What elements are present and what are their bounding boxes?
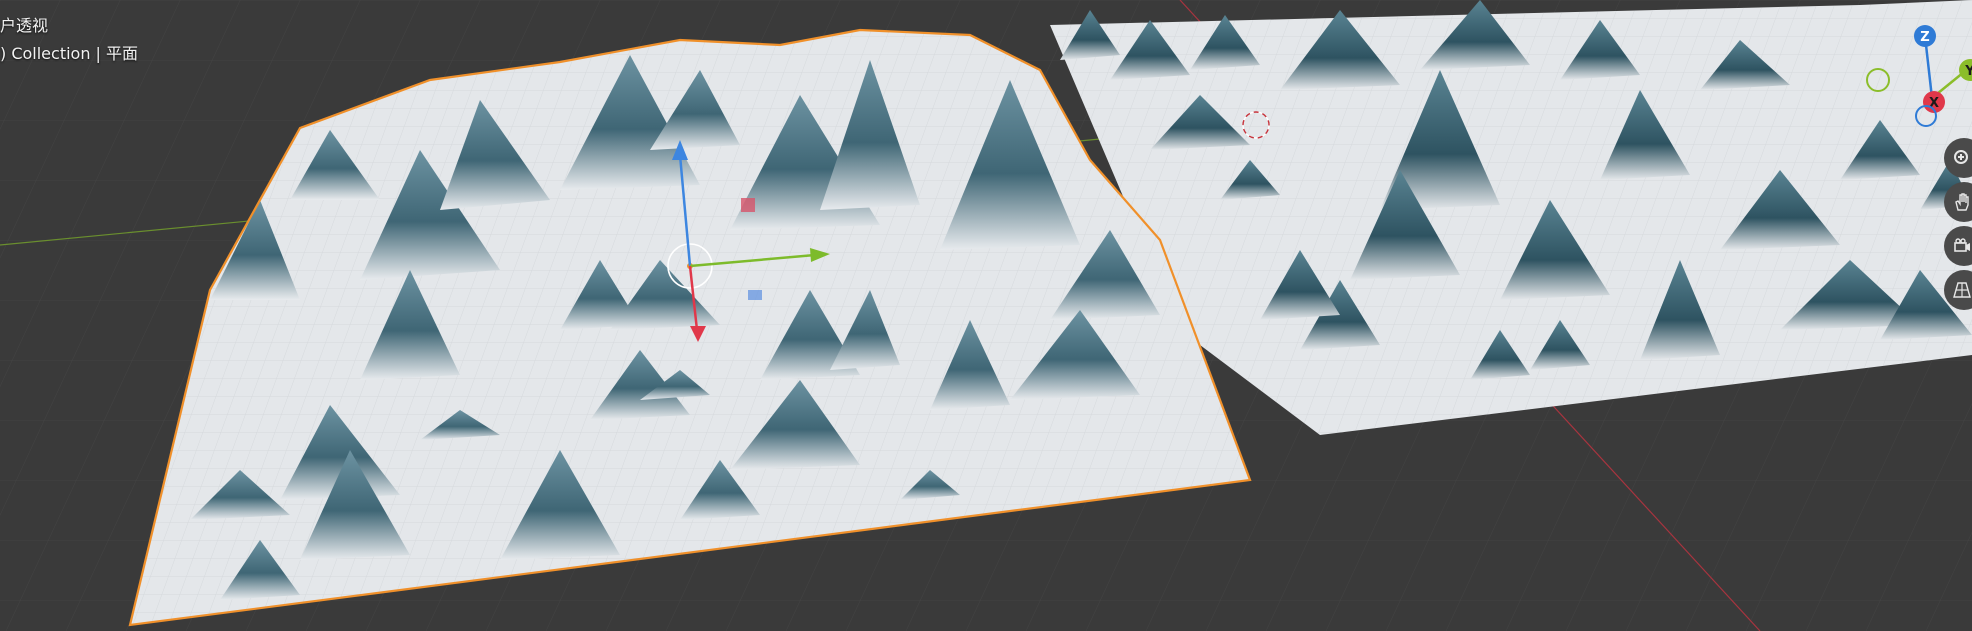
y-axis-handle-neg[interactable] (1866, 68, 1890, 92)
camera-icon (1954, 238, 1970, 252)
y-axis-label: Y (1964, 64, 1972, 79)
view-name: 户透视 (0, 16, 49, 35)
grid-perspective-icon (1953, 282, 1971, 298)
navigation-gizmo[interactable]: Z Y X (1860, 18, 1972, 138)
z-axis-handle[interactable]: Z (1914, 25, 1936, 47)
3d-viewport[interactable] (0, 0, 1972, 631)
y-axis-handle[interactable]: Y (1959, 59, 1972, 81)
viewport-info: 户透视 ) Collection | 平面 (0, 12, 138, 68)
collection-info: ) Collection | 平面 (0, 44, 139, 63)
z-axis-label: Z (1920, 30, 1929, 45)
zoom-icon (1954, 150, 1968, 164)
pan-hand-icon (1955, 193, 1969, 211)
